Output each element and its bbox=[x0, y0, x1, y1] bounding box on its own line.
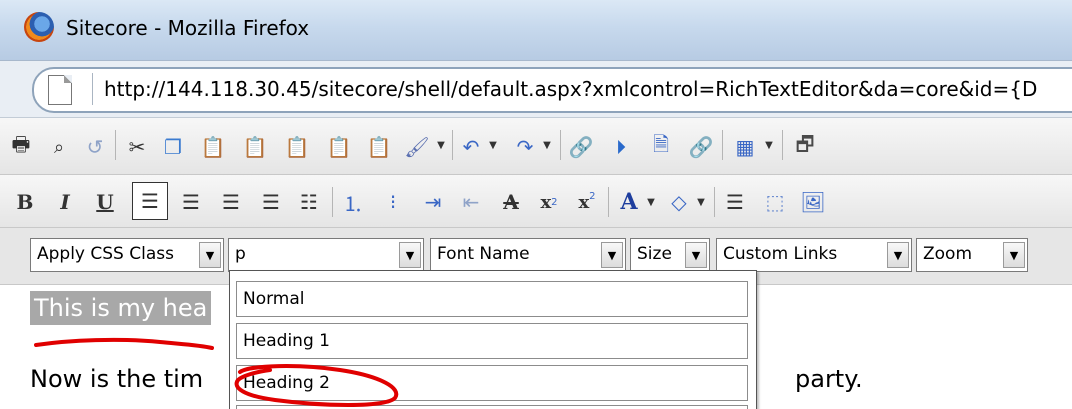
dropdown-item-normal[interactable]: Normal bbox=[236, 281, 748, 317]
find-icon[interactable]: ⌕ bbox=[44, 130, 74, 164]
copy-icon[interactable]: ❐ bbox=[158, 130, 188, 164]
redo-icon[interactable]: ↷ bbox=[510, 130, 540, 164]
undo-icon[interactable]: ↶ bbox=[456, 130, 486, 164]
chevron-down-icon: ▼ bbox=[601, 242, 623, 268]
sitecore-link-icon[interactable]: 🔗 bbox=[686, 130, 716, 164]
align-left-icon[interactable]: ☰ bbox=[132, 182, 168, 220]
strikethrough-button[interactable]: A bbox=[496, 185, 526, 219]
toolbar-separator bbox=[722, 130, 723, 160]
paste-plain-text-icon[interactable]: 📋 bbox=[324, 130, 354, 164]
insert-table-icon[interactable]: ▦ bbox=[730, 130, 760, 164]
window-title: Sitecore - Mozilla Firefox bbox=[66, 16, 310, 40]
underline-button[interactable]: U bbox=[90, 185, 120, 219]
superscript-mark: 2 bbox=[589, 190, 596, 202]
insert-link-icon[interactable]: 🔗 bbox=[566, 130, 596, 164]
subscript-label: x bbox=[540, 191, 552, 213]
url-text[interactable]: http://144.118.30.45/sitecore/shell/defa… bbox=[104, 77, 1037, 101]
paste-icon[interactable]: 📋 bbox=[198, 130, 228, 164]
insert-media-icon[interactable]: ⏵ bbox=[606, 130, 636, 164]
chevron-down-icon: ▼ bbox=[199, 242, 221, 268]
paste-word-clean-icon[interactable]: 📋 bbox=[282, 130, 312, 164]
dropdown-item-partial bbox=[236, 405, 748, 409]
properties-icon[interactable]: 🗗 bbox=[790, 130, 820, 164]
chevron-down-icon: ▼ bbox=[887, 242, 909, 268]
custom-links-select[interactable]: Custom Links ▼ bbox=[716, 238, 912, 272]
outdent-icon[interactable]: ⇤ bbox=[456, 185, 486, 219]
page-icon bbox=[48, 75, 72, 105]
dropdown-item-heading-1[interactable]: Heading 1 bbox=[236, 323, 748, 359]
fore-color-button[interactable]: A bbox=[614, 185, 644, 219]
cut-icon[interactable]: ✂ bbox=[122, 130, 152, 164]
paragraph-text-right[interactable]: party. bbox=[795, 365, 863, 393]
align-none-icon[interactable]: ☷ bbox=[294, 185, 324, 219]
format-stripper-icon[interactable]: 🖌 bbox=[402, 130, 432, 164]
superscript-button[interactable]: x2 bbox=[572, 185, 602, 219]
font-size-select[interactable]: Size ▼ bbox=[630, 238, 710, 272]
editor-toolbar-formatting: B I U ☰ ☰ ☰ ☰ ☷ ⒈ ⁝ ⇥ ⇤ A x2 x2 A ▼ ◇ ▼ … bbox=[0, 175, 1072, 228]
browser-window: Sitecore - Mozilla Firefox http://144.11… bbox=[0, 0, 1072, 409]
font-name-select[interactable]: Font Name ▼ bbox=[430, 238, 626, 272]
paragraph-style-select[interactable]: p ▼ bbox=[228, 238, 424, 272]
undo-disabled-icon[interactable]: ↺ bbox=[80, 130, 110, 164]
back-color-icon[interactable]: ◇ bbox=[664, 185, 694, 219]
paste-html-icon[interactable]: 📋 bbox=[364, 130, 394, 164]
toolbar-separator bbox=[560, 130, 561, 160]
custom-links-value: Custom Links bbox=[723, 244, 838, 264]
font-name-value: Font Name bbox=[437, 244, 530, 264]
toolbar-separator bbox=[115, 130, 116, 160]
toolbar-separator bbox=[714, 187, 715, 217]
paragraph-style-value: p bbox=[235, 244, 246, 264]
insert-document-icon[interactable]: 🗎 bbox=[646, 130, 676, 164]
image-manager-icon[interactable]: 🖼 bbox=[798, 185, 828, 219]
zoom-value: Zoom bbox=[923, 244, 973, 264]
insert-table-dropdown-icon[interactable]: ▼ bbox=[762, 130, 776, 160]
print-icon[interactable]: 🖶 bbox=[6, 130, 36, 164]
chevron-down-icon: ▼ bbox=[1003, 242, 1025, 268]
dropdown-item-heading-2[interactable]: Heading 2 bbox=[236, 365, 748, 401]
dropdown-item-label: Normal bbox=[243, 289, 305, 309]
title-bar: Sitecore - Mozilla Firefox bbox=[0, 0, 1072, 61]
numbered-list-icon[interactable]: ⒈ bbox=[338, 185, 368, 219]
firefox-logo-icon bbox=[24, 12, 54, 42]
chevron-down-icon: ▼ bbox=[685, 242, 707, 268]
dropdown-item-label: Heading 1 bbox=[243, 331, 330, 351]
fore-color-dropdown-icon[interactable]: ▼ bbox=[644, 187, 658, 217]
toolbar-separator bbox=[608, 187, 609, 217]
address-divider bbox=[92, 73, 93, 105]
apply-css-class-select[interactable]: Apply CSS Class ▼ bbox=[30, 238, 224, 272]
paste-from-word-icon[interactable]: 📋 bbox=[240, 130, 270, 164]
paragraph-style-dropdown-list: Normal Heading 1 Heading 2 bbox=[229, 270, 757, 409]
superscript-label: x bbox=[578, 191, 590, 213]
align-right-icon[interactable]: ☰ bbox=[216, 185, 246, 219]
toolbar-separator bbox=[332, 187, 333, 217]
undo-dropdown-icon[interactable]: ▼ bbox=[486, 130, 500, 160]
show-guides-icon[interactable]: ⬚ bbox=[760, 185, 790, 219]
subscript-mark: 2 bbox=[551, 196, 558, 208]
dropdown-item-label: Heading 2 bbox=[243, 373, 330, 393]
align-center-icon[interactable]: ☰ bbox=[176, 185, 206, 219]
address-bar[interactable]: http://144.118.30.45/sitecore/shell/defa… bbox=[32, 67, 1072, 113]
chevron-down-icon: ▼ bbox=[399, 242, 421, 268]
indent-icon[interactable]: ⇥ bbox=[418, 185, 448, 219]
toolbar-separator bbox=[782, 130, 783, 160]
redo-dropdown-icon[interactable]: ▼ bbox=[540, 130, 554, 160]
align-justify-icon[interactable]: ☰ bbox=[256, 185, 286, 219]
bullet-list-icon[interactable]: ⁝ bbox=[378, 185, 408, 219]
address-row: http://144.118.30.45/sitecore/shell/defa… bbox=[0, 61, 1072, 118]
bold-button[interactable]: B bbox=[10, 185, 40, 219]
font-size-value: Size bbox=[637, 244, 672, 264]
zoom-select[interactable]: Zoom ▼ bbox=[916, 238, 1028, 272]
apply-css-class-value: Apply CSS Class bbox=[37, 244, 174, 264]
editor-toolbar-actions: 🖶 ⌕ ↺ ✂ ❐ 📋 📋 📋 📋 📋 🖌 ▼ ↶ ▼ ↷ ▼ 🔗 ⏵ 🗎 🔗 … bbox=[0, 118, 1072, 175]
format-stripper-dropdown-icon[interactable]: ▼ bbox=[434, 130, 448, 160]
paragraph-text-left[interactable]: Now is the tim bbox=[30, 365, 203, 393]
back-color-dropdown-icon[interactable]: ▼ bbox=[694, 187, 708, 217]
selected-heading-text[interactable]: This is my hea bbox=[30, 291, 212, 325]
italic-button[interactable]: I bbox=[50, 185, 80, 219]
paragraph-spacing-icon[interactable]: ☰ bbox=[720, 185, 750, 219]
toolbar-separator bbox=[452, 130, 453, 160]
subscript-button[interactable]: x2 bbox=[534, 185, 564, 219]
